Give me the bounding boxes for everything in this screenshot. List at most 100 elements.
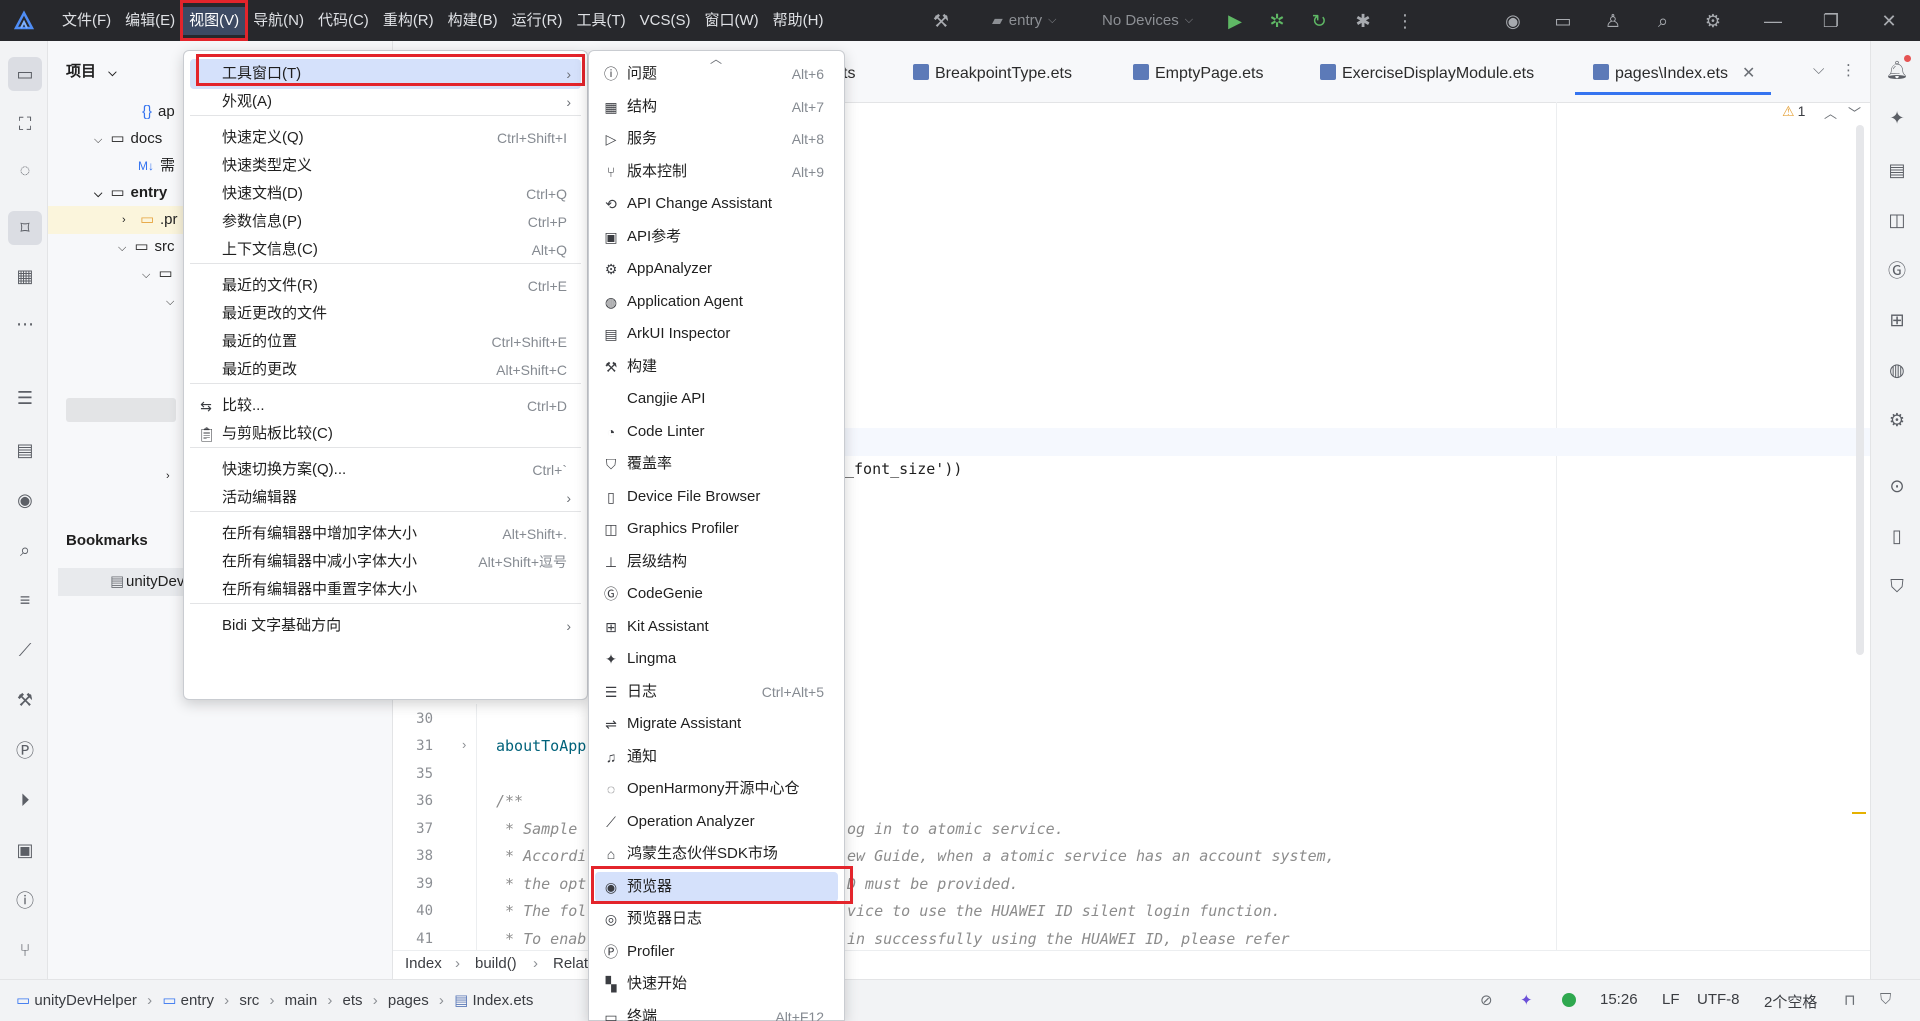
play-circle-icon[interactable]: ⏵ <box>12 787 38 813</box>
tree-item-ets[interactable]: ⌵ <box>166 287 174 315</box>
list-icon[interactable]: ≡ <box>12 587 38 613</box>
tool-window-item-13[interactable]: ▯ Device File Browser <box>595 482 838 512</box>
minimize-icon[interactable]: — <box>1760 8 1786 34</box>
terminal-icon[interactable]: ▣ <box>12 837 38 863</box>
view-menu-item-14[interactable]: 活动编辑器 › <box>190 483 581 513</box>
view-menu-item-10[interactable]: 最近的更改 Alt+Shift+C <box>190 355 581 385</box>
inspect-icon[interactable]: ⌕ <box>12 537 38 563</box>
more-horizontal-icon[interactable]: ⋯ <box>12 311 38 337</box>
menu-item-9[interactable]: VCS(S) <box>634 7 697 35</box>
indent-setting[interactable]: 2个空格 <box>1764 991 1817 1012</box>
view-menu-item-7[interactable]: 最近的文件(R) Ctrl+E <box>190 271 581 301</box>
status-crumb[interactable]: Index.ets <box>472 992 533 1009</box>
menu-item-11[interactable]: 帮助(H) <box>767 7 830 35</box>
profiler-chart-icon[interactable]: ⟋ <box>12 637 38 663</box>
rerun-icon[interactable]: ↻ <box>1306 8 1332 34</box>
chevron-up-icon[interactable]: ︿ <box>1824 103 1837 122</box>
tool-window-item-23[interactable]: ⟋ Operation Analyzer <box>595 807 838 837</box>
menu-item-10[interactable]: 窗口(W) <box>698 7 764 35</box>
lock-icon[interactable]: ⊓ <box>1844 991 1856 1009</box>
todo-icon[interactable]: ☰ <box>12 385 38 411</box>
apps-icon[interactable]: ⊙ <box>1884 473 1910 499</box>
tab-exercisedisplay[interactable]: ExerciseDisplayModule.ets <box>1320 61 1534 87</box>
view-menu-item-9[interactable]: 最近的位置 Ctrl+Shift+E <box>190 327 581 357</box>
view-menu-item-11[interactable]: ⇆ 比较... Ctrl+D <box>190 391 581 421</box>
tool-window-item-1[interactable]: ▦ 结构 Alt+7 <box>595 92 838 122</box>
settings-gear-icon[interactable]: ⚙ <box>1700 8 1726 34</box>
menu-item-5[interactable]: 重构(R) <box>377 7 440 35</box>
p-circle-icon[interactable]: Ⓟ <box>12 737 38 763</box>
tool-window-item-11[interactable]: ◔ Code Linter <box>595 417 838 447</box>
tool-window-item-21[interactable]: ♫ 通知 <box>595 742 838 772</box>
tool-window-item-16[interactable]: Ⓖ CodeGenie <box>595 579 838 609</box>
sdk-icon[interactable]: ⛶ <box>12 111 38 137</box>
tab-list-chevron-icon[interactable]: ⌵ <box>1813 61 1824 78</box>
menu-item-1[interactable]: 编辑(E) <box>119 7 181 35</box>
tool-window-item-8[interactable]: ▤ ArkUI Inspector <box>595 319 838 349</box>
device-manager-icon[interactable]: ◉ <box>1500 8 1526 34</box>
view-menu-item-0[interactable]: 工具窗口(T) › <box>190 59 581 89</box>
menu-item-4[interactable]: 代码(C) <box>312 7 375 35</box>
line-separator[interactable]: LF <box>1662 991 1680 1008</box>
status-crumb[interactable]: main <box>285 992 318 1009</box>
tool-window-item-18[interactable]: ✦ Lingma <box>595 644 838 674</box>
tool-window-item-2[interactable]: ▷ 服务 Alt+8 <box>595 124 838 154</box>
attach-debugger-icon[interactable]: ✱ <box>1350 8 1376 34</box>
tool-window-item-15[interactable]: ⊥ 层级结构 <box>595 547 838 577</box>
tree-item-entry[interactable]: ⌵ ▭ entry <box>94 179 167 207</box>
view-menu-item-13[interactable]: 快速切换方案(Q)... Ctrl+` <box>190 455 581 485</box>
status-ok-dot[interactable] <box>1562 993 1576 1007</box>
tool-window-item-7[interactable]: ◍ Application Agent <box>595 287 838 317</box>
tool-window-item-29[interactable]: ▭ 终端 Alt+F12 <box>595 1002 838 1021</box>
view-menu-item-16[interactable]: 在所有编辑器中减小字体大小 Alt+Shift+逗号 <box>190 547 581 577</box>
tool-window-item-17[interactable]: ⊞ Kit Assistant <box>595 612 838 642</box>
view-menu-item-3[interactable]: 快速类型定义 <box>190 151 581 181</box>
status-shield-icon[interactable]: ⛉ <box>1880 991 1891 1008</box>
more-vertical-icon[interactable]: ⋮ <box>1841 61 1856 79</box>
table-icon[interactable]: ▤ <box>12 437 38 463</box>
bookmarks-icon[interactable]: ⌑ <box>8 211 42 245</box>
structure-icon[interactable]: ▦ <box>12 263 38 289</box>
git-branch-icon[interactable]: ⑂ <box>12 937 38 963</box>
menu-item-3[interactable]: 导航(N) <box>247 7 310 35</box>
tool-window-item-19[interactable]: ☰ 日志 Ctrl+Alt+5 <box>595 677 838 707</box>
tool-window-item-9[interactable]: ⚒ 构建 <box>595 352 838 382</box>
status-crumb[interactable]: pages <box>388 992 429 1009</box>
device-selector[interactable]: No Devices ⌵ <box>1102 0 1193 41</box>
account-icon[interactable]: ♙ <box>1600 8 1626 34</box>
editor-scrollbar[interactable] <box>1856 125 1864 655</box>
view-menu-item-6[interactable]: 上下文信息(C) Alt+Q <box>190 235 581 265</box>
view-menu-item-17[interactable]: 在所有编辑器中重置字体大小 <box>190 575 581 605</box>
run-config-selector[interactable]: ▰ entry ⌵ <box>992 0 1056 41</box>
tool-window-item-14[interactable]: ◫ Graphics Profiler <box>595 514 838 544</box>
menu-item-0[interactable]: 文件(F) <box>56 7 117 35</box>
no-inspection-icon[interactable]: ⊘ <box>1480 991 1493 1009</box>
device-phone-icon[interactable]: ▯ <box>1884 523 1910 549</box>
problems-icon[interactable]: ⓘ <box>12 887 38 913</box>
fold-arrow-icon[interactable]: › <box>462 737 466 752</box>
menu-item-8[interactable]: 工具(T) <box>570 7 631 35</box>
tool-window-item-27[interactable]: Ⓟ Profiler <box>595 937 838 967</box>
close-tab-icon[interactable]: ✕ <box>1742 65 1755 82</box>
view-menu-item-8[interactable]: 最近更改的文件 <box>190 299 581 329</box>
horizontal-scrollbar[interactable] <box>66 398 176 422</box>
menu-item-6[interactable]: 构建(B) <box>442 7 504 35</box>
more-vertical-icon[interactable]: ⋮ <box>1392 8 1418 34</box>
tool-window-item-4[interactable]: ⟲ API Change Assistant <box>595 189 838 219</box>
tool-window-item-20[interactable]: ⇌ Migrate Assistant <box>595 709 838 739</box>
cursor-position[interactable]: 15:26 <box>1600 991 1638 1008</box>
status-crumb[interactable]: src <box>239 992 259 1009</box>
tool-window-item-6[interactable]: ⚙ AppAnalyzer <box>595 254 838 284</box>
tree-item-docs[interactable]: ⌵ ▭ docs <box>94 125 162 153</box>
tool-window-item-3[interactable]: ⑂ 版本控制 Alt+9 <box>595 157 838 187</box>
app-analyzer-icon[interactable]: ⚙ <box>1884 407 1910 433</box>
preview-eye-icon[interactable]: ◉ <box>12 487 38 513</box>
menu-item-7[interactable]: 运行(R) <box>506 7 569 35</box>
close-window-icon[interactable]: ✕ <box>1876 8 1902 34</box>
commit-icon[interactable]: ◌ <box>12 157 38 183</box>
tab-emptypage[interactable]: EmptyPage.ets <box>1133 61 1264 87</box>
tree-item-src[interactable]: ⌵ ▭ src <box>118 233 175 261</box>
project-folder-icon[interactable]: ▭ <box>8 57 42 91</box>
tab-index[interactable]: pages\Index.ets ✕ <box>1593 61 1755 87</box>
tab-breakpointtype[interactable]: BreakpointType.ets <box>913 61 1072 87</box>
